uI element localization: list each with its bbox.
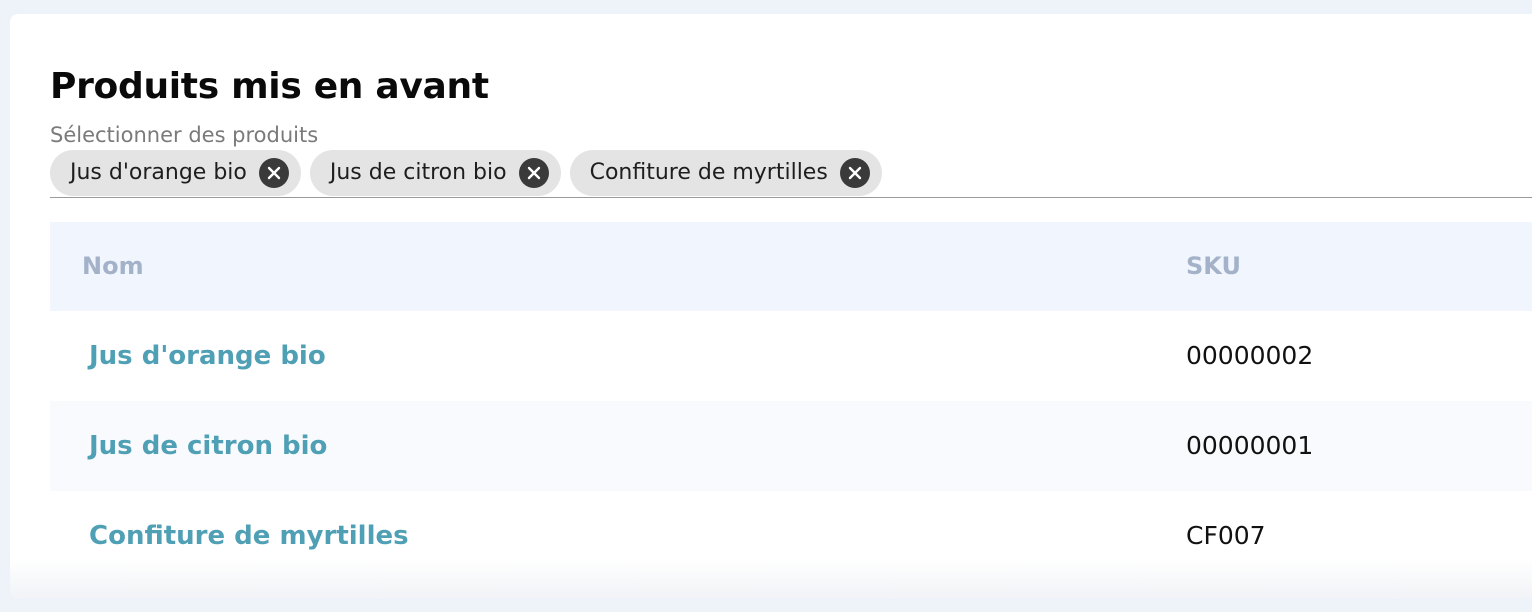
section-title: Produits mis en avant — [50, 66, 489, 107]
product-multiselect[interactable]: Jus d'orange bio Jus de citron bio Confi… — [50, 150, 1532, 198]
products-table: Nom SKU Jus d'orange bio 00000002 Jus de… — [50, 222, 1532, 581]
table-row: Jus d'orange bio 00000002 — [50, 311, 1532, 401]
product-name-link[interactable]: Confiture de myrtilles — [89, 491, 409, 581]
product-select-label: Sélectionner des produits — [50, 123, 319, 147]
product-name-link[interactable]: Jus d'orange bio — [89, 311, 326, 401]
product-sku: 00000002 — [1186, 341, 1314, 370]
chip-label: Confiture de myrtilles — [589, 160, 828, 185]
selected-chips: Jus d'orange bio Jus de citron bio Confi… — [50, 150, 1532, 196]
table-header: Nom SKU — [50, 222, 1532, 311]
column-header-name[interactable]: Nom — [82, 222, 144, 311]
table-row: Confiture de myrtilles CF007 — [50, 491, 1532, 581]
close-circle-icon[interactable] — [258, 158, 289, 188]
chip-lemon-juice[interactable]: Jus de citron bio — [309, 150, 561, 196]
close-circle-icon[interactable] — [839, 158, 870, 188]
column-header-sku[interactable]: SKU — [1186, 222, 1241, 311]
product-sku: CF007 — [1186, 521, 1266, 550]
chip-blueberry-jam[interactable]: Confiture de myrtilles — [569, 150, 882, 196]
chip-orange-juice[interactable]: Jus d'orange bio — [50, 150, 301, 196]
product-name-link[interactable]: Jus de citron bio — [89, 401, 327, 491]
chip-label: Jus d'orange bio — [70, 160, 247, 185]
featured-products-card: Produits mis en avant Sélectionner des p… — [10, 14, 1532, 598]
product-sku: 00000001 — [1186, 431, 1314, 460]
close-circle-icon[interactable] — [518, 158, 549, 188]
table-row: Jus de citron bio 00000001 — [50, 401, 1532, 491]
chip-label: Jus de citron bio — [329, 160, 507, 185]
